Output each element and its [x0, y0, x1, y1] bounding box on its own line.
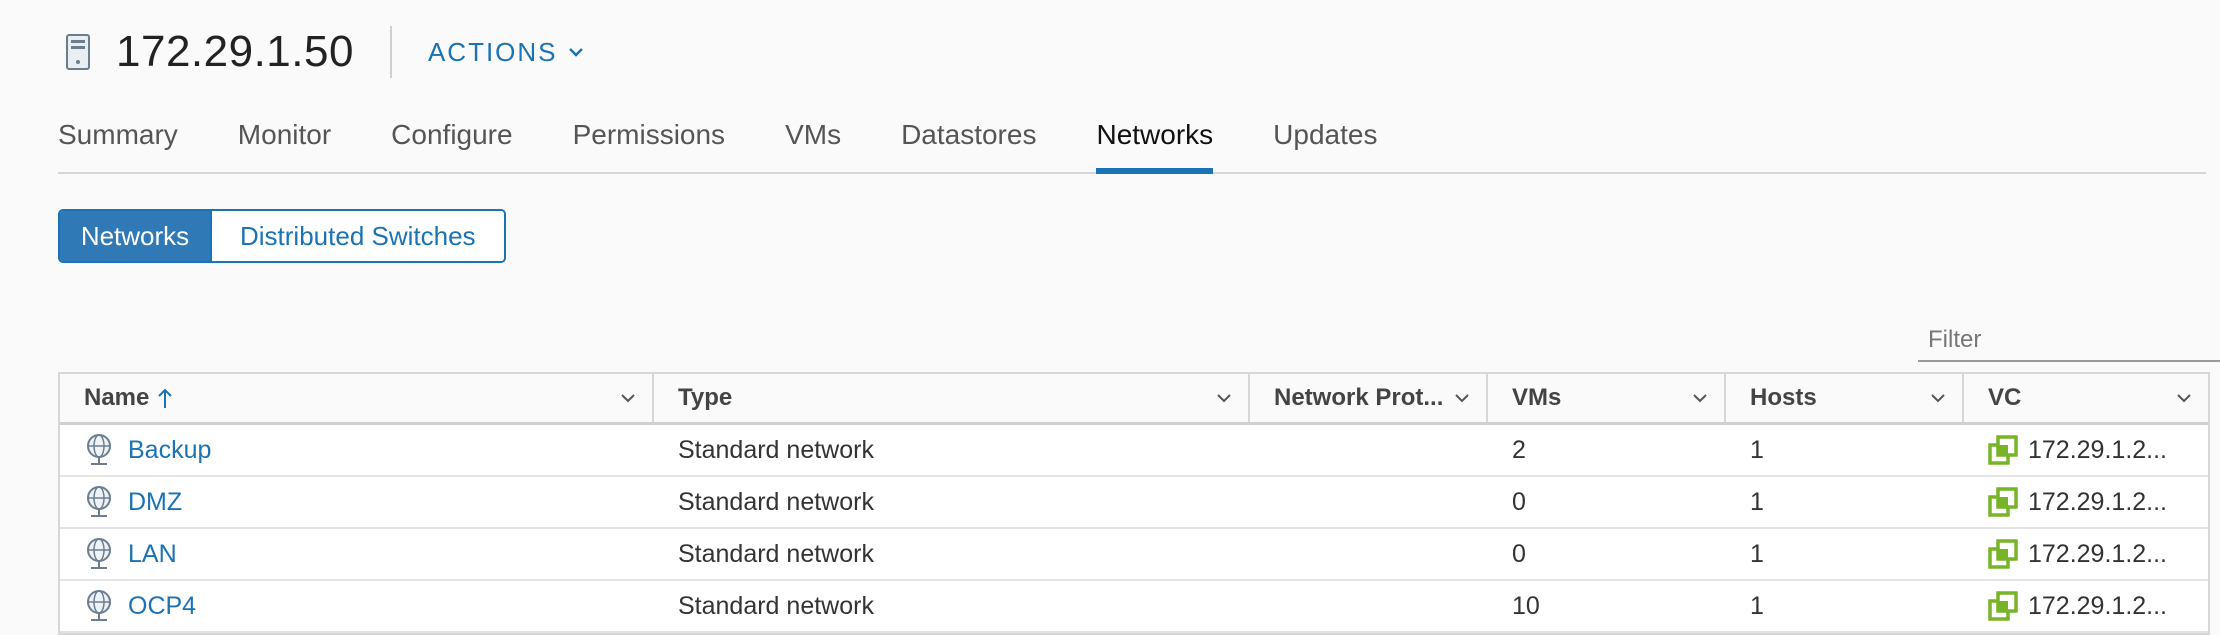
network-name-link[interactable]: Backup [128, 436, 211, 465]
column-header-name[interactable]: Name [60, 374, 654, 422]
cell-hosts: 1 [1750, 487, 1764, 516]
cell-name: DMZ [60, 477, 654, 527]
tab-updates[interactable]: Updates [1273, 112, 1377, 172]
actions-menu-button[interactable]: ACTIONS [428, 37, 584, 68]
tab-monitor[interactable]: Monitor [238, 112, 331, 172]
column-label: Hosts [1750, 384, 1817, 411]
chevron-down-icon[interactable] [1214, 388, 1234, 408]
cell-name: LAN [60, 529, 654, 579]
cell-vc: 172.29.1.2... [1964, 425, 2208, 475]
cell-type: Standard network [678, 591, 874, 620]
chevron-down-icon[interactable] [1690, 388, 1710, 408]
table-row[interactable]: DMZ Standard network 0 1 172.29.1.2... [60, 477, 2208, 529]
cell-type: Standard network [678, 487, 874, 516]
chevron-down-icon[interactable] [618, 388, 638, 408]
networks-table: Name Type Network Prot... VMs Hosts VC B… [58, 372, 2210, 635]
cell-hosts: 1 [1750, 539, 1764, 568]
cell-network-protocol [1250, 581, 1488, 631]
table-row[interactable]: OCP4 Standard network 10 1 172.29.1.2... [60, 581, 2208, 633]
tab-networks[interactable]: Networks [1096, 112, 1213, 174]
tab-permissions[interactable]: Permissions [573, 112, 725, 172]
tab-summary[interactable]: Summary [58, 112, 178, 172]
filter-box [1904, 320, 2220, 362]
network-icon [87, 590, 111, 621]
vc-link[interactable]: 172.29.1.2... [2028, 592, 2167, 621]
table-row[interactable]: LAN Standard network 0 1 172.29.1.2... [60, 529, 2208, 581]
vcenter-icon [1988, 591, 2018, 621]
tab-datastores[interactable]: Datastores [901, 112, 1036, 172]
chevron-down-icon [568, 48, 583, 57]
cell-vms: 0 [1512, 487, 1526, 516]
vc-link[interactable]: 172.29.1.2... [2028, 436, 2167, 465]
column-label: Network Prot... [1274, 384, 1444, 411]
cell-type: Standard network [678, 539, 874, 568]
sort-ascending-icon [158, 388, 173, 408]
object-tabs: Summary Monitor Configure Permissions VM… [58, 112, 2206, 174]
vcenter-icon [1988, 539, 2018, 569]
cell-vms: 2 [1512, 435, 1526, 464]
column-header-hosts[interactable]: Hosts [1726, 374, 1964, 422]
cell-hosts: 1 [1750, 591, 1764, 620]
network-icon [87, 538, 111, 569]
cell-vc: 172.29.1.2... [1964, 477, 2208, 527]
chevron-down-icon[interactable] [1928, 388, 1948, 408]
cell-network-protocol [1250, 477, 1488, 527]
actions-label: ACTIONS [427, 36, 558, 67]
chevron-down-icon[interactable] [1452, 388, 1472, 408]
chevron-down-icon[interactable] [2174, 388, 2194, 408]
vc-link[interactable]: 172.29.1.2... [2028, 488, 2167, 517]
distributed-switches-toggle-button[interactable]: Distributed Switches [210, 211, 504, 261]
tab-configure[interactable]: Configure [391, 112, 512, 172]
cell-name: OCP4 [60, 581, 654, 631]
cell-name: Backup [60, 425, 654, 475]
column-label: VMs [1512, 384, 1562, 411]
column-header-vms[interactable]: VMs [1488, 374, 1726, 422]
network-view-toggle: Networks Distributed Switches [58, 209, 506, 263]
network-name-link[interactable]: OCP4 [128, 592, 196, 621]
vcenter-icon [1988, 435, 2018, 465]
page-header: 172.29.1.50 ACTIONS [58, 24, 584, 80]
header-divider [389, 26, 392, 78]
cell-type: Standard network [678, 435, 874, 464]
column-header-type[interactable]: Type [654, 374, 1250, 422]
cell-vms: 10 [1512, 591, 1540, 620]
column-label: Type [678, 384, 733, 411]
cell-hosts: 1 [1750, 435, 1764, 464]
cell-network-protocol [1250, 425, 1488, 475]
tab-vms[interactable]: VMs [785, 112, 841, 172]
cell-vms: 0 [1512, 539, 1526, 568]
column-header-vc[interactable]: VC [1964, 374, 2208, 422]
column-label: VC [1988, 384, 2022, 411]
network-name-link[interactable]: DMZ [128, 488, 182, 517]
host-icon [58, 26, 98, 78]
cell-vc: 172.29.1.2... [1964, 529, 2208, 579]
filter-input[interactable] [1918, 320, 2220, 362]
networks-toggle-button[interactable]: Networks [60, 211, 210, 261]
column-label: Name [84, 384, 150, 411]
vc-link[interactable]: 172.29.1.2... [2028, 540, 2167, 569]
network-icon [87, 434, 111, 465]
table-row[interactable]: Backup Standard network 2 1 172.29.1.2..… [60, 425, 2208, 477]
network-name-link[interactable]: LAN [128, 540, 177, 569]
network-icon [87, 486, 111, 517]
vcenter-icon [1988, 487, 2018, 517]
cell-vc: 172.29.1.2... [1964, 581, 2208, 631]
column-header-network-protocol[interactable]: Network Prot... [1250, 374, 1488, 422]
cell-network-protocol [1250, 529, 1488, 579]
table-header: Name Type Network Prot... VMs Hosts VC [60, 374, 2208, 425]
page-title: 172.29.1.50 [116, 27, 354, 76]
